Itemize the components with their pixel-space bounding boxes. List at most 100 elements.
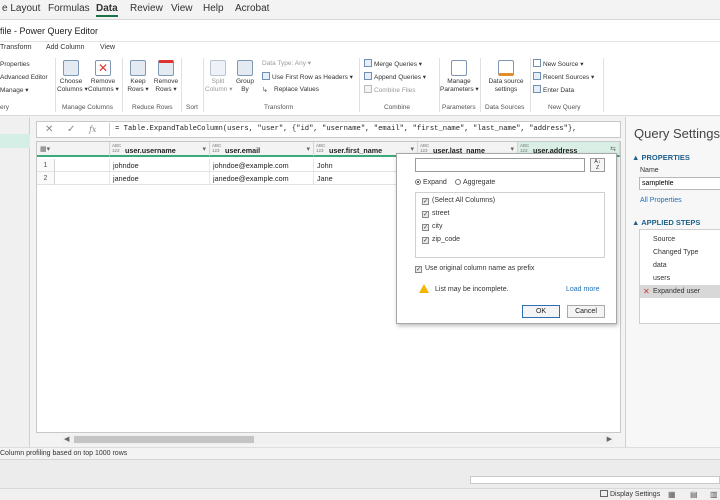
tab-view[interactable]: View bbox=[171, 3, 193, 14]
fx-icon[interactable]: fx bbox=[89, 125, 96, 134]
table-cell[interactable]: johndoe bbox=[110, 159, 210, 172]
query-name-input[interactable] bbox=[639, 177, 720, 190]
first-row-icon bbox=[262, 72, 270, 80]
expand-radio[interactable]: Expand bbox=[415, 179, 447, 186]
page-layout-icon[interactable]: ▤ bbox=[690, 490, 698, 499]
aggregate-radio[interactable]: Aggregate bbox=[455, 179, 495, 186]
query-group-label: ery bbox=[0, 104, 10, 111]
manage-button[interactable]: Manage ▾ bbox=[0, 86, 29, 96]
use-first-row-button[interactable]: Use First Row as Headers ▾ bbox=[262, 72, 353, 82]
advanced-editor-button[interactable]: Advanced Editor bbox=[0, 73, 48, 83]
row-number[interactable]: 2 bbox=[37, 172, 55, 185]
city-checkbox[interactable]: ✓ city bbox=[422, 222, 443, 232]
expand-column-icon[interactable]: ⇆ bbox=[610, 145, 616, 153]
ribbon-separator bbox=[55, 58, 56, 112]
ok-button[interactable]: OK bbox=[522, 305, 560, 318]
remove-columns-button[interactable]: ✕ Remove Columns ▾ bbox=[88, 60, 119, 94]
manage-parameters-button[interactable]: Manage Parameters ▾ bbox=[440, 60, 479, 94]
step-item[interactable]: users bbox=[640, 272, 720, 285]
all-properties-link[interactable]: All Properties bbox=[640, 197, 682, 204]
first-row-label: Use First Row as Headers ▾ bbox=[272, 74, 353, 81]
delete-step-icon[interactable]: ✕ bbox=[643, 285, 650, 298]
tab-formulas[interactable]: Formulas bbox=[48, 3, 90, 14]
tab-add-column[interactable]: Add Column bbox=[46, 44, 85, 51]
cancel-button[interactable]: Cancel bbox=[567, 305, 605, 318]
group-by-button[interactable]: Group By bbox=[232, 60, 258, 94]
row-number[interactable]: 1 bbox=[37, 159, 55, 172]
table-corner-header[interactable]: ▦▾ bbox=[37, 142, 110, 157]
filter-dropdown-icon[interactable]: ▾ bbox=[202, 145, 206, 153]
remove-rows-button[interactable]: Remove Rows ▾ bbox=[152, 60, 180, 94]
choose-columns-button[interactable]: Choose Columns ▾ bbox=[57, 60, 88, 94]
applied-steps-list: Source Changed Type data users ✕ Expanded… bbox=[639, 229, 720, 324]
table-cell[interactable]: John bbox=[314, 159, 398, 172]
query-settings-title: Query Settings bbox=[634, 126, 720, 141]
tab-acrobat[interactable]: Acrobat bbox=[235, 3, 269, 14]
step-item[interactable]: data bbox=[640, 259, 720, 272]
tab-page-layout[interactable]: e Layout bbox=[2, 3, 40, 14]
load-more-link[interactable]: Load more bbox=[566, 286, 599, 293]
tab-data[interactable]: Data bbox=[96, 3, 118, 17]
table-cell[interactable] bbox=[55, 172, 110, 185]
data-source-settings-button[interactable]: Data source settings bbox=[484, 60, 528, 94]
formula-input[interactable]: = Table.ExpandTableColumn(users, "user",… bbox=[115, 125, 577, 133]
table-cell[interactable]: janedoe bbox=[110, 172, 210, 185]
type-icon[interactable]: ABC 123 bbox=[112, 143, 121, 153]
tab-transform[interactable]: Transform bbox=[0, 44, 32, 51]
remove-columns-icon: ✕ bbox=[95, 60, 111, 76]
confirm-formula-icon[interactable]: ✓ bbox=[67, 124, 75, 135]
type-icon[interactable]: ABC 123 bbox=[212, 143, 221, 153]
selected-query-highlight[interactable] bbox=[0, 134, 30, 148]
column-header-user-username[interactable]: ABC 123 user.username ▾ bbox=[110, 142, 210, 157]
recent-sources-button[interactable]: Recent Sources ▾ bbox=[533, 72, 594, 82]
horizontal-scrollbar[interactable]: ◀ ▶ bbox=[62, 435, 614, 444]
sort-icon[interactable]: A↓ Z bbox=[590, 158, 605, 172]
column-search-input[interactable] bbox=[415, 158, 585, 172]
normal-view-icon[interactable]: ▦ bbox=[668, 490, 676, 499]
tab-view-pq[interactable]: View bbox=[100, 44, 115, 51]
tab-help[interactable]: Help bbox=[203, 3, 224, 14]
display-settings-button[interactable]: Display Settings bbox=[600, 490, 660, 498]
profiling-status-text[interactable]: Column profiling based on top 1000 rows bbox=[0, 450, 127, 457]
filter-dropdown-icon[interactable]: ▾ bbox=[510, 145, 514, 153]
page-break-icon[interactable]: ▥ bbox=[710, 490, 718, 499]
combine-group-label: Combine bbox=[384, 104, 411, 111]
append-queries-button[interactable]: Append Queries ▾ bbox=[364, 72, 426, 82]
select-all-checkbox[interactable]: ✓ (Select All Columns) bbox=[422, 196, 495, 206]
type-icon[interactable]: ABC 123 bbox=[420, 143, 429, 153]
step-item[interactable]: Changed Type bbox=[640, 246, 720, 259]
filter-dropdown-icon[interactable]: ▾ bbox=[410, 145, 414, 153]
street-checkbox[interactable]: ✓ street bbox=[422, 209, 450, 219]
type-icon[interactable]: ABC 123 bbox=[316, 143, 325, 153]
enter-data-button[interactable]: Enter Data bbox=[533, 85, 574, 95]
table-cell[interactable] bbox=[55, 159, 110, 172]
filter-dropdown-icon[interactable]: ▾ bbox=[306, 145, 310, 153]
scroll-right-icon[interactable]: ▶ bbox=[607, 435, 612, 443]
new-source-button[interactable]: New Source ▾ bbox=[533, 59, 583, 69]
type-icon[interactable]: ABC 123 bbox=[520, 143, 529, 153]
checked-icon: ✓ bbox=[415, 266, 422, 273]
scroll-left-icon[interactable]: ◀ bbox=[64, 435, 69, 443]
table-cell[interactable]: johndoe@example.com bbox=[210, 159, 314, 172]
data-type-dropdown[interactable]: Data Type: Any ▾ bbox=[262, 59, 311, 69]
step-item-selected[interactable]: ✕ Expanded user bbox=[640, 285, 720, 298]
combine-files-button[interactable]: Combine Files bbox=[364, 85, 416, 95]
use-original-name-checkbox[interactable]: ✓ Use original column name as prefix bbox=[415, 264, 534, 274]
split-column-button[interactable]: Split Column ▾ bbox=[205, 60, 232, 94]
zip-code-checkbox[interactable]: ✓ zip_code bbox=[422, 235, 460, 245]
replace-values-button[interactable]: ↳ Replace Values bbox=[262, 85, 319, 95]
table-cell[interactable]: Jane bbox=[314, 172, 398, 185]
sheet-scrollbar[interactable] bbox=[470, 476, 720, 484]
tab-review[interactable]: Review bbox=[130, 3, 163, 14]
merge-queries-button[interactable]: Merge Queries ▾ bbox=[364, 59, 422, 69]
column-header-user-email[interactable]: ABC 123 user.email ▾ bbox=[210, 142, 314, 157]
step-item[interactable]: Source bbox=[640, 233, 720, 246]
new-query-group-label: New Query bbox=[548, 104, 581, 111]
keep-rows-button[interactable]: Keep Rows ▾ bbox=[124, 60, 152, 94]
properties-button[interactable]: Properties bbox=[0, 60, 30, 70]
checked-icon: ✓ bbox=[422, 224, 429, 231]
table-cell[interactable]: janedoe@example.com bbox=[210, 172, 314, 185]
scrollbar-thumb[interactable] bbox=[74, 436, 254, 443]
queries-pane-collapsed[interactable] bbox=[0, 117, 30, 447]
cancel-formula-icon[interactable]: ✕ bbox=[45, 124, 53, 135]
